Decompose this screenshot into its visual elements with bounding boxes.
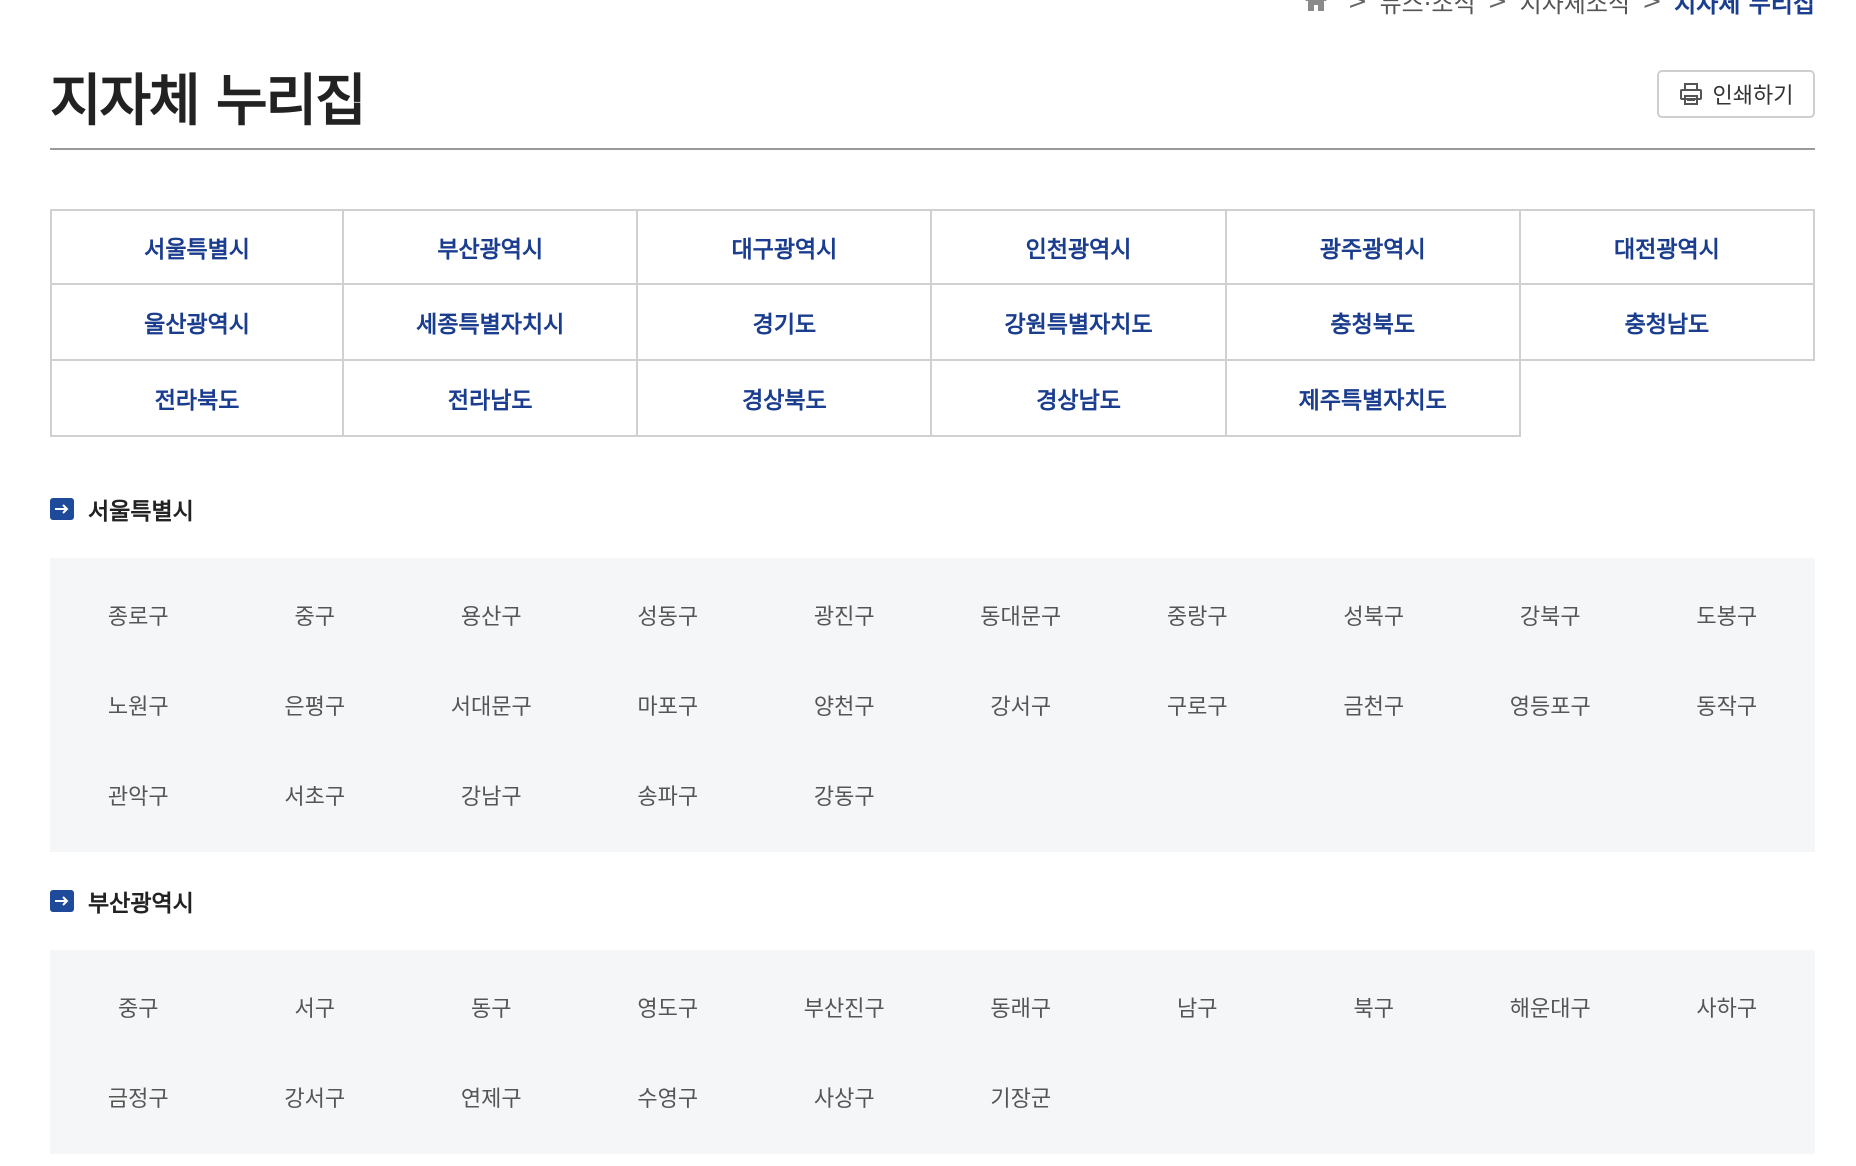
region-seoul[interactable]: 서울특별시	[50, 209, 345, 285]
print-button-label: 인쇄하기	[1712, 84, 1794, 109]
district-item[interactable]: 도봉구	[1639, 570, 1816, 660]
district-item[interactable]: 사하구	[1639, 962, 1816, 1052]
region-gyeongbuk[interactable]: 경상북도	[638, 361, 933, 437]
district-item[interactable]: 강북구	[1462, 570, 1639, 660]
district-item[interactable]: 강서구	[227, 1052, 404, 1142]
breadcrumb-item-news[interactable]: 뉴스·소식	[1380, 0, 1476, 19]
region-sejong[interactable]: 세종특별자치시	[344, 285, 639, 361]
district-item[interactable]: 양천구	[756, 660, 933, 750]
district-item[interactable]: 사상구	[756, 1052, 933, 1142]
printer-icon	[1679, 82, 1703, 106]
district-item[interactable]: 용산구	[403, 570, 580, 660]
region-gangwon[interactable]: 강원특별자치도	[932, 285, 1227, 361]
district-item[interactable]: 영등포구	[1462, 660, 1639, 750]
arrow-right-icon	[50, 498, 74, 520]
breadcrumb: > 뉴스·소식 > 지자체소식 > 지자체 누리집	[1303, 0, 1815, 19]
region-grid: 서울특별시 부산광역시 대구광역시 인천광역시 광주광역시 대전광역시 울산광역…	[50, 209, 1815, 437]
breadcrumb-current: 지자체 누리집	[1674, 0, 1815, 18]
district-item[interactable]: 연제구	[403, 1052, 580, 1142]
district-item[interactable]: 동구	[403, 962, 580, 1052]
district-item[interactable]: 남구	[1109, 962, 1286, 1052]
district-item[interactable]: 동작구	[1639, 660, 1816, 750]
region-daejeon[interactable]: 대전광역시	[1520, 209, 1815, 285]
region-chungbuk[interactable]: 충청북도	[1226, 285, 1521, 361]
breadcrumb-separator: >	[1347, 0, 1368, 15]
district-item[interactable]: 기장군	[933, 1052, 1110, 1142]
region-gwangju[interactable]: 광주광역시	[1226, 209, 1521, 285]
district-item[interactable]: 북구	[1286, 962, 1463, 1052]
breadcrumb-separator: >	[1642, 0, 1663, 15]
region-jeonbuk[interactable]: 전라북도	[50, 361, 345, 437]
district-item[interactable]: 구로구	[1109, 660, 1286, 750]
district-item[interactable]: 강동구	[756, 750, 933, 840]
arrow-right-icon	[50, 890, 74, 912]
district-item[interactable]: 서구	[227, 962, 404, 1052]
section-title: 서울특별시	[88, 499, 194, 525]
district-item[interactable]: 송파구	[580, 750, 757, 840]
district-item[interactable]: 은평구	[227, 660, 404, 750]
print-button[interactable]: 인쇄하기	[1657, 70, 1815, 118]
district-item[interactable]: 강서구	[933, 660, 1110, 750]
region-daegu[interactable]: 대구광역시	[638, 209, 933, 285]
home-icon[interactable]	[1303, 0, 1329, 13]
district-item[interactable]: 금정구	[50, 1052, 227, 1142]
district-item[interactable]: 영도구	[580, 962, 757, 1052]
region-jeju[interactable]: 제주특별자치도	[1226, 361, 1521, 437]
district-item[interactable]: 금천구	[1286, 660, 1463, 750]
breadcrumb-item-local-news[interactable]: 지자체소식	[1520, 0, 1630, 19]
region-busan[interactable]: 부산광역시	[344, 209, 639, 285]
district-item[interactable]: 강남구	[403, 750, 580, 840]
region-chungnam[interactable]: 충청남도	[1520, 285, 1815, 361]
district-item[interactable]: 성북구	[1286, 570, 1463, 660]
district-item[interactable]: 수영구	[580, 1052, 757, 1142]
section-heading-seoul: 서울특별시	[50, 492, 194, 526]
district-item[interactable]: 서초구	[227, 750, 404, 840]
region-gyeonggi[interactable]: 경기도	[638, 285, 933, 361]
breadcrumb-separator: >	[1487, 0, 1508, 15]
district-item[interactable]: 해운대구	[1462, 962, 1639, 1052]
region-ulsan[interactable]: 울산광역시	[50, 285, 345, 361]
district-item[interactable]: 종로구	[50, 570, 227, 660]
district-item[interactable]: 노원구	[50, 660, 227, 750]
section-title: 부산광역시	[88, 891, 194, 917]
section-heading-busan: 부산광역시	[50, 884, 194, 918]
district-item[interactable]: 성동구	[580, 570, 757, 660]
district-item[interactable]: 부산진구	[756, 962, 933, 1052]
district-item[interactable]: 중랑구	[1109, 570, 1286, 660]
district-item[interactable]: 동대문구	[933, 570, 1110, 660]
district-item[interactable]: 광진구	[756, 570, 933, 660]
page-title: 지자체 누리집	[50, 69, 367, 134]
district-item[interactable]: 중구	[50, 962, 227, 1052]
region-jeonnam[interactable]: 전라남도	[344, 361, 639, 437]
district-item[interactable]: 동래구	[933, 962, 1110, 1052]
title-row: 지자체 누리집 인쇄하기	[50, 48, 1815, 150]
district-item[interactable]: 중구	[227, 570, 404, 660]
district-item[interactable]: 마포구	[580, 660, 757, 750]
district-item[interactable]: 서대문구	[403, 660, 580, 750]
region-gyeongnam[interactable]: 경상남도	[932, 361, 1227, 437]
district-item[interactable]: 관악구	[50, 750, 227, 840]
district-list-busan: 중구 서구 동구 영도구 부산진구 동래구 남구 북구 해운대구 사하구 금정구…	[50, 950, 1815, 1154]
region-incheon[interactable]: 인천광역시	[932, 209, 1227, 285]
district-list-seoul: 종로구 중구 용산구 성동구 광진구 동대문구 중랑구 성북구 강북구 도봉구 …	[50, 558, 1815, 852]
